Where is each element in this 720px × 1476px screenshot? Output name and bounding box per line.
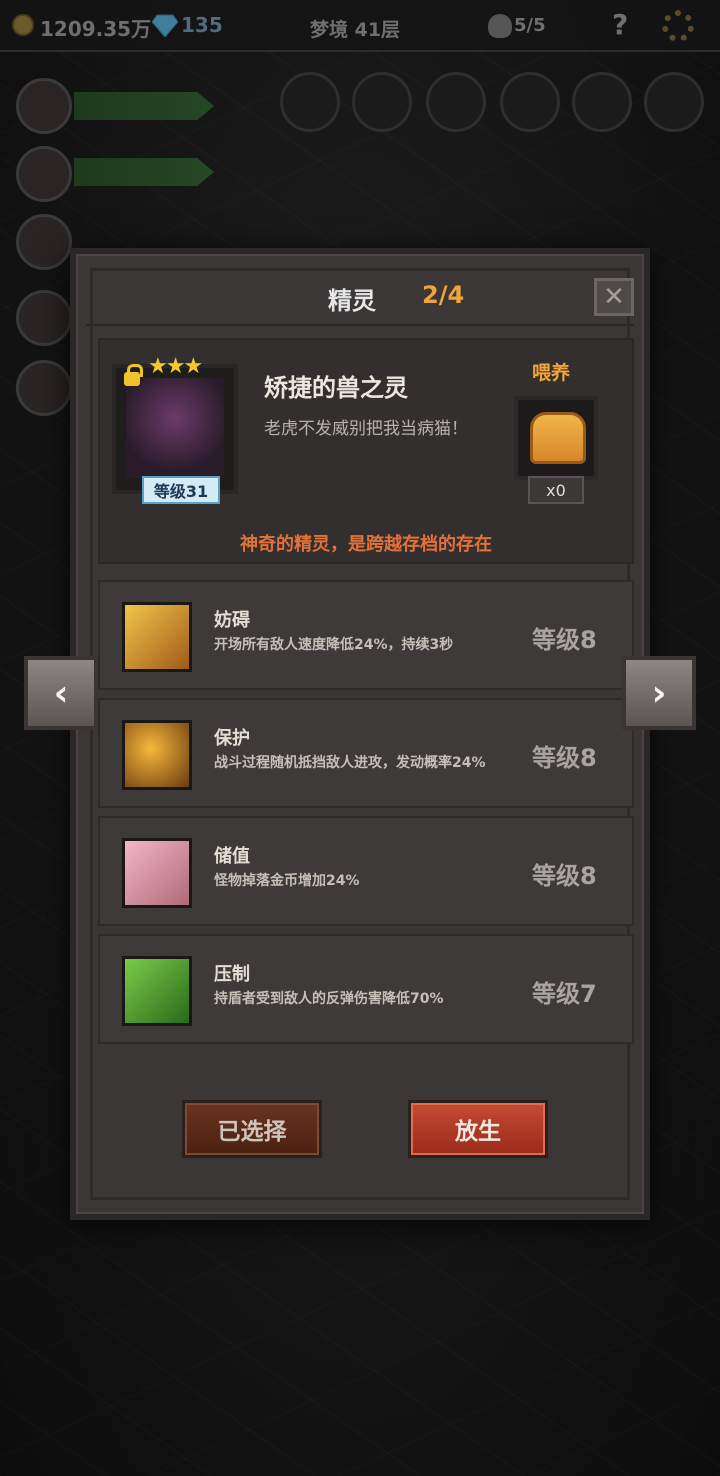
- chain-boot-icon: [122, 602, 192, 672]
- equipment-slot: [500, 72, 560, 132]
- chevron-left-icon: ‹: [53, 672, 69, 714]
- dialog-title: 精灵: [328, 287, 376, 315]
- lives-count: 5/5: [514, 15, 546, 36]
- hero-avatar: [16, 290, 72, 346]
- skill-description: 开场所有敌人速度降低24%，持续3秒: [214, 637, 454, 653]
- equipment-slot: [644, 72, 704, 132]
- skill-level: 等级8: [532, 744, 597, 772]
- gold-amount: 1209.35万: [40, 17, 152, 41]
- feed-item-count: x0: [528, 476, 584, 504]
- skill-level: 等级7: [532, 980, 597, 1008]
- goblet-icon: [122, 838, 192, 908]
- hero-avatar: [16, 360, 72, 416]
- bread-icon: [530, 412, 586, 464]
- previous-spirit-button[interactable]: ‹: [24, 656, 98, 730]
- spirit-name: 矫捷的兽之灵: [264, 374, 408, 402]
- lock-icon[interactable]: [124, 364, 143, 386]
- skill-name: 妨碍: [214, 610, 250, 631]
- top-status-bar: 1209.35万 135 梦境 41层 5/5 ?: [0, 0, 720, 52]
- beast-claw-icon: [122, 956, 192, 1026]
- diamond-icon: [152, 14, 178, 37]
- hero-health-bar: [74, 92, 214, 120]
- hero-avatar: [16, 78, 72, 134]
- spirit-level-badge: 等级31: [142, 476, 220, 504]
- close-icon: ✕: [603, 282, 625, 312]
- spirit-page-indicator: 2/4: [422, 281, 465, 309]
- gear-icon[interactable]: [662, 10, 694, 42]
- close-button[interactable]: ✕: [594, 278, 634, 316]
- skill-description: 持盾者受到敌人的反弹伤害降低70%: [214, 991, 444, 1007]
- release-button[interactable]: 放生: [408, 1100, 548, 1158]
- skill-level: 等级8: [532, 862, 597, 890]
- feed-label: 喂养: [532, 362, 571, 384]
- spirit-dialog: 精灵 2/4 ✕ ★★★ 等级31 矫捷的兽之灵 老虎不发威别把我当病猫！ 喂养…: [70, 248, 650, 1220]
- spirit-quote: 老虎不发威别把我当病猫！: [264, 419, 468, 439]
- skill-row[interactable]: 妨碍 开场所有敌人速度降低24%，持续3秒 等级8: [98, 580, 634, 690]
- skill-name: 压制: [214, 964, 250, 985]
- skill-row[interactable]: 储值 怪物掉落金币增加24% 等级8: [98, 816, 634, 926]
- equipment-slot: [352, 72, 412, 132]
- hero-avatar: [16, 146, 72, 202]
- spirit-image: [126, 378, 224, 478]
- skill-name: 储值: [214, 846, 250, 867]
- selected-button[interactable]: 已选择: [182, 1100, 322, 1158]
- feed-button[interactable]: [514, 396, 598, 480]
- skill-name: 保护: [214, 728, 250, 749]
- equipment-slot: [280, 72, 340, 132]
- hero-avatar: [16, 214, 72, 270]
- chevron-right-icon: ›: [651, 672, 667, 714]
- skill-row[interactable]: 保护 战斗过程随机抵挡敌人进攻，发动概率24% 等级8: [98, 698, 634, 808]
- equipment-slot: [426, 72, 486, 132]
- star-rating: ★★★: [148, 354, 203, 379]
- next-spirit-button[interactable]: ›: [622, 656, 696, 730]
- skill-description: 战斗过程随机抵挡敌人进攻，发动概率24%: [214, 755, 486, 771]
- skull-icon: [488, 14, 512, 38]
- equipment-slot: [572, 72, 632, 132]
- gem-count: 135: [181, 13, 223, 37]
- dream-floor-label: 梦境 41层: [310, 19, 401, 41]
- skill-description: 怪物掉落金币增加24%: [214, 873, 360, 889]
- help-icon[interactable]: ?: [612, 8, 628, 41]
- spirit-description: 神奇的精灵，是跨越存档的存在: [240, 534, 492, 555]
- shield-dodge-icon: [122, 720, 192, 790]
- skill-row[interactable]: 压制 持盾者受到敌人的反弹伤害降低70% 等级7: [98, 934, 634, 1044]
- coin-icon: [12, 14, 34, 36]
- skill-level: 等级8: [532, 626, 597, 654]
- hero-health-bar: [74, 158, 214, 186]
